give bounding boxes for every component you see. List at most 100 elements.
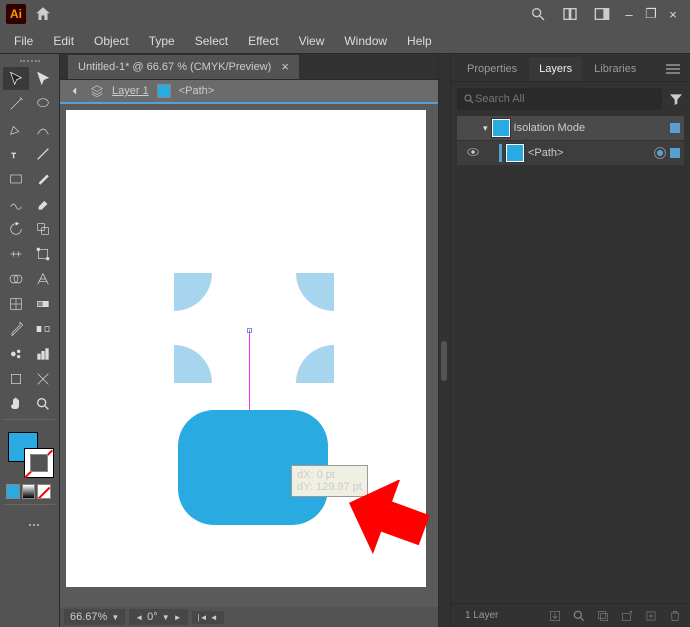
minimize-button[interactable]: – [620,7,638,21]
edit-toolbar-button[interactable] [16,513,43,536]
layer-name: Isolation Mode [514,122,666,134]
canvas[interactable]: dX: 0 pt dY: 129.97 pt [60,104,438,607]
gradient-tool[interactable] [31,292,57,315]
filter-icon[interactable] [668,91,684,107]
layer-selection-indicator[interactable] [670,123,680,133]
layers-panel-body: ▾ Isolation Mode <Path> [451,82,690,603]
tools-drag-handle[interactable] [2,58,57,66]
app-logo: Ai [6,4,26,24]
scale-tool[interactable] [31,217,57,240]
rectangle-tool[interactable] [3,167,29,190]
isolation-mode-bar[interactable]: Layer 1 <Path> [60,80,438,104]
restore-button[interactable]: ❐ [642,7,660,21]
menu-object[interactable]: Object [84,30,139,52]
width-tool[interactable] [3,242,29,265]
svg-text:T: T [11,151,16,160]
right-panels: Properties Layers Libraries ▾ Isolation … [450,54,690,627]
layer-count: 1 Layer [459,610,538,621]
direct-selection-tool[interactable] [31,67,57,90]
back-arrow-icon[interactable] [68,84,82,98]
free-transform-tool[interactable] [31,242,57,265]
hand-tool[interactable] [3,392,29,415]
visibility-toggle[interactable] [464,145,482,162]
eyedropper-tool[interactable] [3,317,29,340]
slice-tool[interactable] [31,367,57,390]
eraser-tool[interactable] [31,192,57,215]
collect-for-export-icon[interactable] [548,609,562,623]
layer-thumb [492,119,510,137]
layer-path[interactable]: <Path> [457,141,684,165]
panel-tabs: Properties Layers Libraries [451,54,690,82]
arrange-documents-icon[interactable] [562,6,578,22]
perspective-grid-tool[interactable] [31,267,57,290]
menu-select[interactable]: Select [185,30,238,52]
artboard-tool[interactable] [3,367,29,390]
column-graph-tool[interactable] [31,342,57,365]
rotation-field[interactable]: ◄0°▼► [129,609,187,625]
menu-file[interactable]: File [4,30,43,52]
artboard-nav[interactable]: |◄ ◄ [192,611,224,624]
workspace-icon[interactable] [594,6,610,22]
panel-menu-icon[interactable] [662,60,684,81]
zoom-tool[interactable] [31,392,57,415]
menu-window[interactable]: Window [334,30,397,52]
isolation-path-name: <Path> [179,85,214,97]
tab-libraries[interactable]: Libraries [584,57,646,81]
background-shape [174,273,334,383]
type-tool[interactable]: T [3,142,29,165]
menu-edit[interactable]: Edit [43,30,84,52]
close-tab-button[interactable]: × [281,59,289,74]
rotate-tool[interactable] [3,217,29,240]
target-icon[interactable] [654,147,666,159]
isolation-layer-name: Layer 1 [112,85,149,97]
curvature-tool[interactable] [31,117,57,140]
tab-layers[interactable]: Layers [529,57,582,81]
make-clipping-mask-icon[interactable] [596,609,610,623]
tab-properties[interactable]: Properties [457,57,527,81]
panel-collapse-bar[interactable] [438,54,450,627]
lasso-tool[interactable] [31,92,57,115]
fill-stroke-swatch[interactable] [2,426,57,482]
home-icon[interactable] [34,5,52,23]
paintbrush-tool[interactable] [31,167,57,190]
magic-wand-tool[interactable] [3,92,29,115]
tools-panel: T [0,54,60,627]
new-sublayer-icon[interactable] [620,609,634,623]
status-bar: 66.67%▼ ◄0°▼► |◄ ◄ [60,607,438,627]
stroke-color[interactable] [24,448,54,478]
layers-icon [90,84,104,98]
pen-tool[interactable] [3,117,29,140]
menu-effect[interactable]: Effect [238,30,288,52]
close-window-button[interactable]: × [664,7,682,21]
locate-object-icon[interactable] [572,609,586,623]
delete-layer-icon[interactable] [668,609,682,623]
layer-selection-indicator[interactable] [670,148,680,158]
isolation-thumb [157,84,171,98]
document-tab-bar: Untitled-1* @ 66.67 % (CMYK/Preview) × [60,54,438,80]
search-icon [463,93,475,105]
shape-builder-tool[interactable] [3,267,29,290]
document-tab[interactable]: Untitled-1* @ 66.67 % (CMYK/Preview) × [68,55,299,79]
blend-tool[interactable] [31,317,57,340]
zoom-level[interactable]: 66.67%▼ [64,609,125,625]
line-tool[interactable] [31,142,57,165]
layers-search[interactable] [457,88,662,110]
mesh-tool[interactable] [3,292,29,315]
selection-tool[interactable] [3,67,29,90]
artboard[interactable]: dX: 0 pt dY: 129.97 pt [66,110,426,587]
search-icon[interactable] [530,6,546,22]
annotation-arrow-icon [346,480,446,573]
none-mode[interactable] [37,484,51,499]
search-input[interactable] [475,93,656,105]
new-layer-icon[interactable] [644,609,658,623]
menu-help[interactable]: Help [397,30,442,52]
menu-type[interactable]: Type [139,30,185,52]
layer-isolation-mode[interactable]: ▾ Isolation Mode [457,116,684,140]
color-mode[interactable] [6,484,20,499]
menu-view[interactable]: View [289,30,335,52]
gradient-mode[interactable] [22,484,36,499]
shaper-tool[interactable] [3,192,29,215]
symbol-sprayer-tool[interactable] [3,342,29,365]
menu-bar: File Edit Object Type Select Effect View… [0,28,690,54]
layers-panel-footer: 1 Layer [451,603,690,627]
